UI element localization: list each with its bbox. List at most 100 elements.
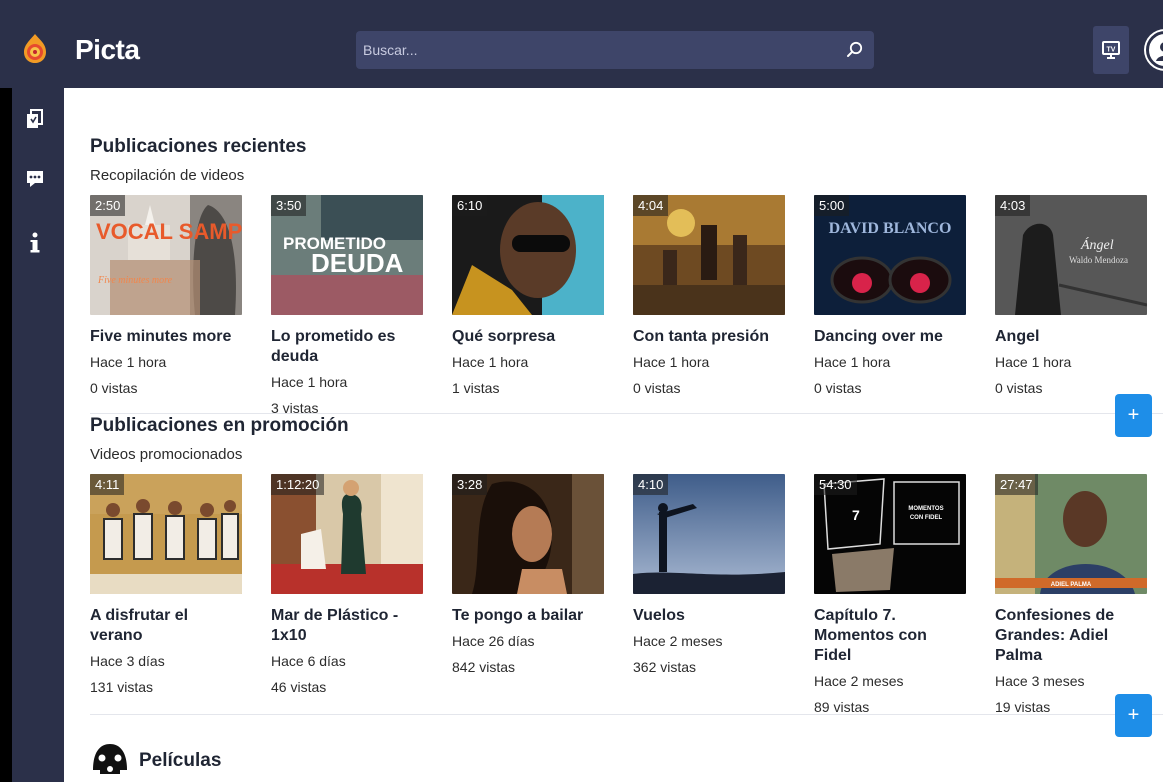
video-thumbnail[interactable]: 1:12:20: [271, 474, 423, 594]
video-time: Hace 1 hora: [633, 354, 710, 370]
video-duration: 3:28: [452, 474, 488, 495]
video-duration: 4:11: [90, 474, 125, 495]
video-card[interactable]: VOCAL SAMPLING Five minutes more 2:50 Fi…: [90, 195, 242, 397]
app-frame: Picta TV Publicaciones recientes Recopil…: [0, 0, 1163, 782]
video-title[interactable]: Lo prometido es deuda: [271, 327, 423, 367]
video-duration: 4:04: [633, 195, 669, 216]
section-title-recent: Publicaciones recientes: [90, 136, 307, 157]
video-time: Hace 1 hora: [995, 354, 1072, 370]
video-card[interactable]: 6:10 Qué sorpresa Hace 1 hora 1 vistas: [452, 195, 604, 397]
video-views: 131 vistas: [90, 679, 154, 696]
video-thumbnail[interactable]: Ángel Waldo Mendoza 4:03: [995, 195, 1147, 315]
svg-text:7: 7: [852, 507, 860, 523]
info-icon[interactable]: [24, 232, 46, 254]
video-title[interactable]: Te pongo a bailar: [452, 606, 604, 626]
svg-text:TV: TV: [1107, 47, 1116, 54]
top-navbar: Picta TV: [0, 0, 1163, 88]
video-views: 362 vistas: [633, 659, 697, 676]
video-card[interactable]: 1:12:20 Mar de Plástico - 1x10 Hace 6 dí…: [271, 474, 423, 696]
video-time: Hace 1 hora: [90, 354, 167, 370]
app-brand[interactable]: Picta: [75, 34, 140, 66]
video-time: Hace 1 hora: [814, 354, 891, 370]
video-thumbnail[interactable]: 7 MOMENTOS CON FIDEL 54:30: [814, 474, 966, 594]
video-thumbnail[interactable]: 4:11: [90, 474, 242, 594]
section-divider: [90, 413, 1163, 414]
video-title[interactable]: Qué sorpresa: [452, 327, 604, 347]
thumb-text: ADIEL PALMA: [1051, 582, 1092, 588]
video-card[interactable]: 4:04 Con tanta presión Hace 1 hora 0 vis…: [633, 195, 785, 397]
video-time: Hace 1 hora: [271, 374, 348, 390]
video-title[interactable]: Capítulo 7. Momentos con Fidel: [814, 606, 966, 666]
main-content: Publicaciones recientes Recopilación de …: [64, 88, 1163, 782]
video-views: 0 vistas: [633, 380, 681, 397]
video-title[interactable]: Angel: [995, 327, 1147, 347]
user-avatar[interactable]: [1146, 31, 1163, 69]
video-duration: 6:10: [452, 195, 488, 216]
search-icon[interactable]: [840, 35, 870, 65]
video-duration: 27:47: [995, 474, 1038, 495]
video-title[interactable]: Mar de Plástico - 1x10: [271, 606, 423, 646]
show-more-button[interactable]: +: [1115, 694, 1152, 737]
movies-icon: [93, 744, 127, 774]
video-duration: 54:30: [814, 474, 857, 495]
video-thumbnail[interactable]: 4:10: [633, 474, 785, 594]
svg-text:Waldo Mendoza: Waldo Mendoza: [1069, 255, 1128, 265]
search-bar: [356, 31, 874, 69]
chat-icon[interactable]: [24, 168, 46, 190]
video-title[interactable]: Five minutes more: [90, 327, 242, 347]
video-duration: 4:03: [995, 195, 1031, 216]
picta-logo-icon[interactable]: [22, 32, 48, 64]
video-card[interactable]: ADIEL PALMA 27:47 Confesiones de Grandes…: [995, 474, 1147, 716]
video-card[interactable]: PROMETIDO DEUDA 3:50 Lo prometido es deu…: [271, 195, 423, 417]
video-duration: 2:50: [90, 195, 126, 216]
video-thumbnail[interactable]: DAVID BLANCO 5:00: [814, 195, 966, 315]
thumb-text: Ángel: [1080, 236, 1114, 253]
video-views: 842 vistas: [452, 659, 516, 676]
video-card[interactable]: 3:28 Te pongo a bailar Hace 26 días 842 …: [452, 474, 604, 676]
video-views: 1 vistas: [452, 380, 500, 397]
video-title[interactable]: Confesiones de Grandes: Adiel Palma: [995, 606, 1147, 666]
video-card[interactable]: 7 MOMENTOS CON FIDEL 54:30 Capítulo 7. M…: [814, 474, 966, 716]
video-card[interactable]: 4:10 Vuelos Hace 2 meses 362 vistas: [633, 474, 785, 676]
svg-text:MOMENTOS: MOMENTOS: [908, 506, 943, 512]
video-thumbnail[interactable]: 4:04: [633, 195, 785, 315]
search-input[interactable]: [356, 31, 826, 69]
video-card[interactable]: Ángel Waldo Mendoza 4:03 Angel Hace 1 ho…: [995, 195, 1147, 397]
video-title[interactable]: Con tanta presión: [633, 327, 785, 347]
thumb-text: DAVID BLANCO: [829, 220, 952, 237]
video-time: Hace 3 meses: [995, 673, 1085, 689]
section-title-promotion: Publicaciones en promoción: [90, 415, 349, 436]
video-duration: 3:50: [271, 195, 307, 216]
tv-icon[interactable]: TV: [1093, 26, 1129, 74]
collections-icon[interactable]: [24, 108, 46, 130]
svg-text:Five minutes more: Five minutes more: [97, 275, 173, 286]
video-title[interactable]: Dancing over me: [814, 327, 966, 347]
video-title[interactable]: Vuelos: [633, 606, 785, 626]
thumb-text: VOCAL SAMPLING: [96, 219, 242, 244]
video-time: Hace 26 días: [452, 633, 535, 649]
video-duration: 5:00: [814, 195, 850, 216]
video-thumbnail[interactable]: 6:10: [452, 195, 604, 315]
video-card[interactable]: DAVID BLANCO 5:00 Dancing over me Hace 1…: [814, 195, 966, 397]
video-thumbnail[interactable]: 3:28: [452, 474, 604, 594]
video-card[interactable]: 4:11 A disfrutar el verano Hace 3 días 1…: [90, 474, 242, 696]
svg-text:DEUDA: DEUDA: [311, 248, 404, 278]
svg-text:CON FIDEL: CON FIDEL: [910, 515, 943, 521]
video-thumbnail[interactable]: VOCAL SAMPLING Five minutes more 2:50: [90, 195, 242, 315]
video-thumbnail[interactable]: PROMETIDO DEUDA 3:50: [271, 195, 423, 315]
video-duration: 4:10: [633, 474, 669, 495]
video-views: 0 vistas: [814, 380, 862, 397]
video-thumbnail[interactable]: ADIEL PALMA 27:47: [995, 474, 1147, 594]
video-time: Hace 6 días: [271, 653, 346, 669]
video-duration: 1:12:20: [271, 474, 325, 495]
video-title[interactable]: A disfrutar el verano: [90, 606, 242, 646]
show-more-button[interactable]: +: [1115, 394, 1152, 437]
section-title-movies: Películas: [139, 750, 222, 771]
section-subtitle-promotion: Videos promocionados: [90, 446, 243, 463]
video-time: Hace 1 hora: [452, 354, 529, 370]
video-views: 46 vistas: [271, 679, 327, 696]
section-divider: [90, 714, 1163, 715]
video-time: Hace 2 meses: [633, 633, 723, 649]
video-time: Hace 3 días: [90, 653, 165, 669]
video-time: Hace 2 meses: [814, 673, 904, 689]
